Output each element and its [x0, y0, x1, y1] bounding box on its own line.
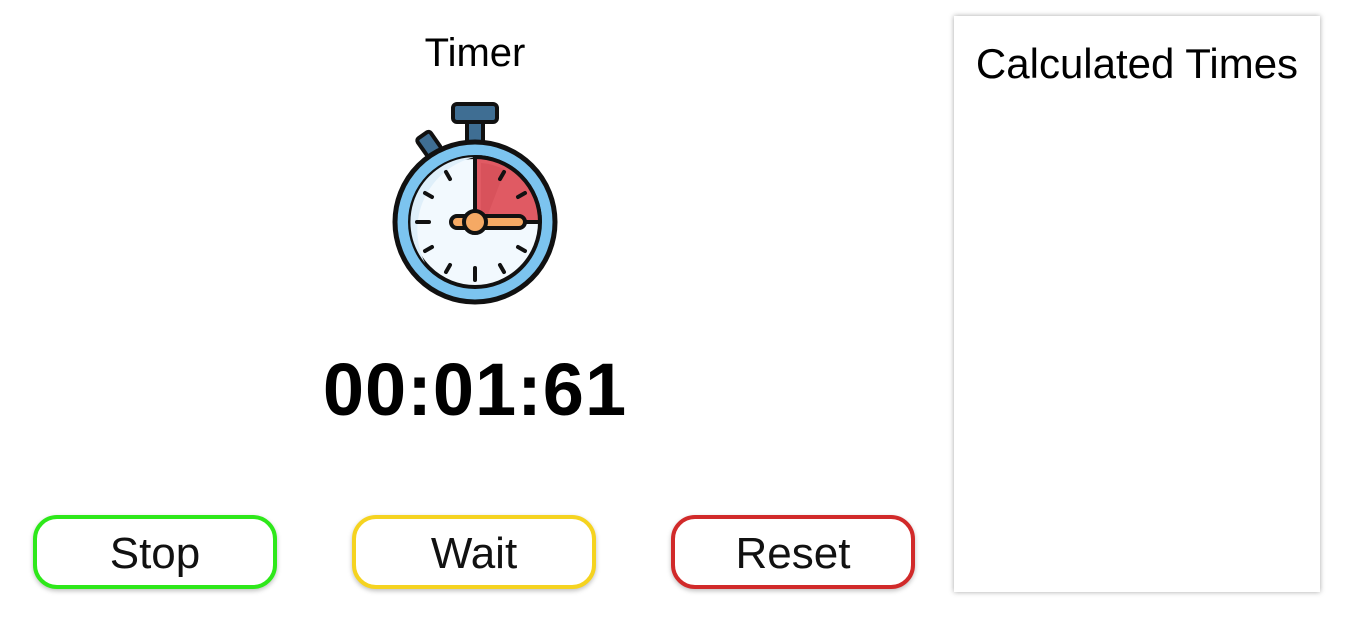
- app: Timer 00:01:61 Stop Wait Reset Calculate…: [0, 0, 1355, 630]
- reset-button[interactable]: Reset: [671, 515, 915, 589]
- stop-button[interactable]: Stop: [33, 515, 277, 589]
- calculated-times-title: Calculated Times: [975, 40, 1299, 87]
- wait-button[interactable]: Wait: [352, 515, 596, 589]
- timer-title: Timer: [424, 31, 526, 75]
- time-display: 00:01:61: [322, 348, 628, 431]
- calculated-times-panel: Calculated Times: [954, 16, 1320, 592]
- stopwatch-icon: [385, 100, 565, 310]
